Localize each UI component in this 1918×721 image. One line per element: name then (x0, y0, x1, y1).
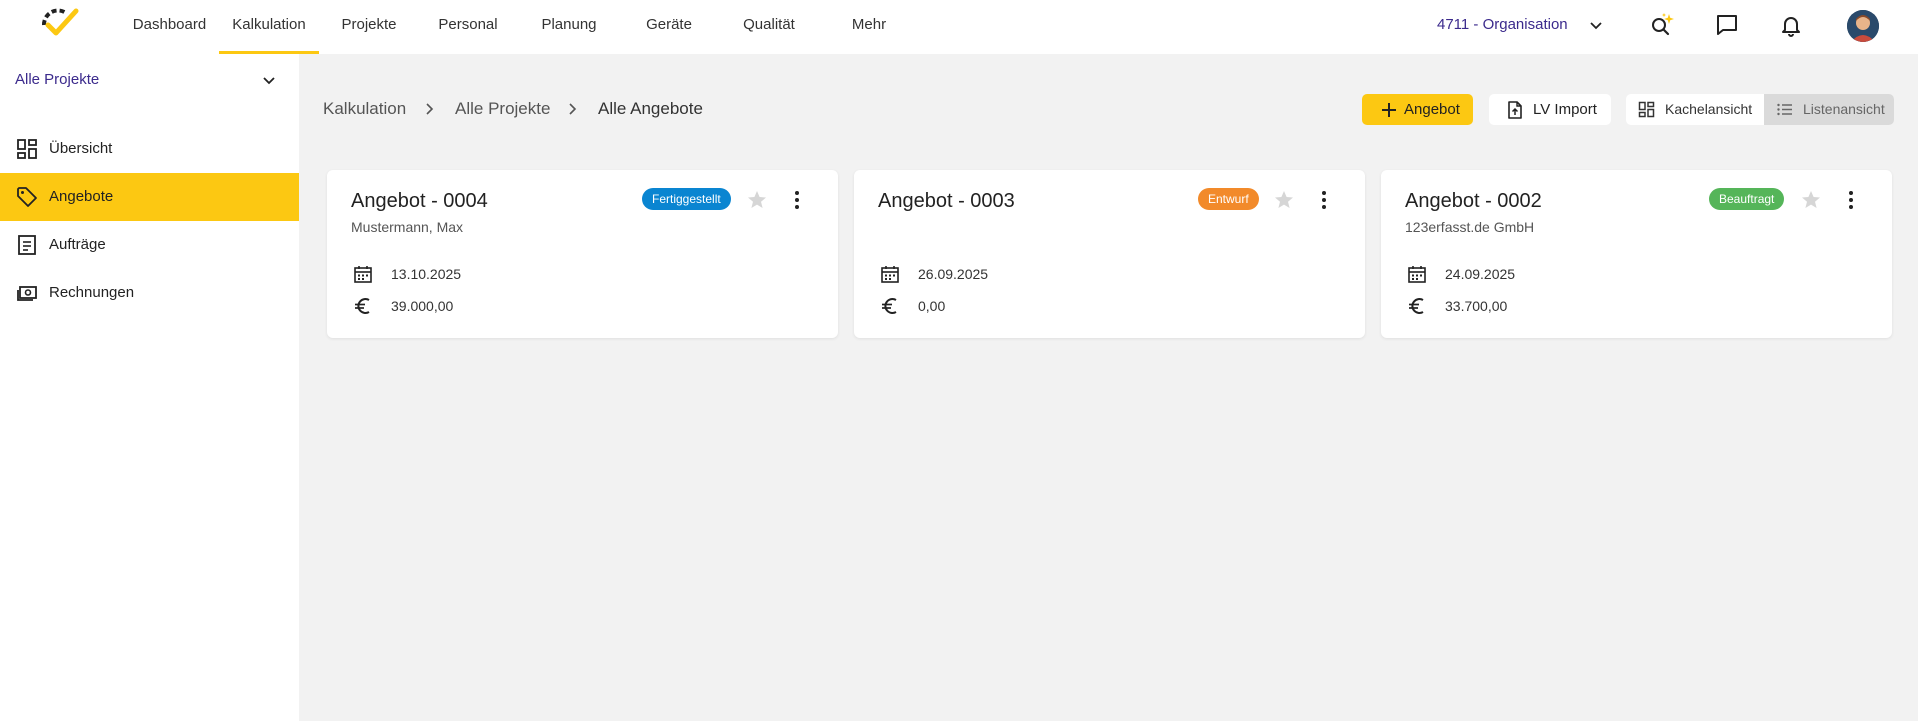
star-icon[interactable] (745, 188, 769, 212)
nav-personal[interactable]: Personal (432, 0, 504, 54)
organisation-select[interactable]: 4711 - Organisation (1437, 0, 1568, 50)
tile-view-option[interactable]: Kachelansicht (1626, 94, 1764, 125)
more-vert-icon[interactable] (1839, 188, 1863, 212)
offer-title[interactable]: Angebot - 0002 (1405, 190, 1542, 213)
user-avatar-icon (1847, 10, 1879, 42)
status-badge: Entwurf (1198, 188, 1259, 210)
nav-geraete[interactable]: Geräte (634, 0, 704, 54)
bell-icon[interactable] (1778, 12, 1804, 38)
sidebar-item-label: Rechnungen (49, 284, 135, 301)
add-offer-label: Angebot (1404, 101, 1460, 118)
status-badge: Fertiggestellt (642, 188, 731, 210)
breadcrumb-alle-projekte[interactable]: Alle Projekte (455, 96, 550, 122)
list-view-option[interactable]: Listenansicht (1764, 94, 1894, 125)
sidebar-item-uebersicht[interactable]: Übersicht (0, 125, 299, 173)
offer-title[interactable]: Angebot - 0003 (878, 190, 1015, 213)
sidebar-item-label: Angebote (49, 188, 114, 205)
more-vert-icon[interactable] (1312, 188, 1336, 212)
chevron-down-icon[interactable] (1588, 17, 1604, 33)
tag-icon (17, 187, 37, 207)
nav-mehr[interactable]: Mehr (835, 0, 903, 54)
nav-planung[interactable]: Planung (533, 0, 605, 54)
more-vert-icon[interactable] (785, 188, 809, 212)
offer-amount: 39.000,00 (391, 298, 454, 314)
offer-amount: 33.700,00 (1445, 298, 1508, 314)
sidebar-item-angebote[interactable]: Angebote (0, 173, 299, 221)
nav-qualitaet[interactable]: Qualität (733, 0, 805, 54)
money-icon (17, 286, 37, 301)
chat-icon[interactable] (1714, 12, 1740, 38)
sidebar-item-label: Übersicht (49, 140, 113, 157)
search-sparkle-icon[interactable] (1649, 12, 1675, 38)
offer-customer: Mustermann, Max (351, 219, 464, 235)
star-icon[interactable] (1272, 188, 1296, 212)
sidebar-item-auftraege[interactable]: Aufträge (0, 221, 299, 269)
project-select-label: Alle Projekte (15, 71, 100, 88)
sidebar-item-rechnungen[interactable]: Rechnungen (0, 269, 299, 317)
lv-import-label: LV Import (1533, 101, 1597, 118)
offer-date: 24.09.2025 (1445, 266, 1516, 282)
document-icon (18, 235, 36, 255)
star-icon[interactable] (1799, 188, 1823, 212)
chevron-right-icon (426, 103, 434, 115)
grid-view-icon (1638, 101, 1655, 118)
top-bar: Dashboard Kalkulation Projekte Personal … (0, 0, 1918, 54)
list-view-label: Listenansicht (1803, 101, 1885, 117)
offer-card[interactable]: Angebot - 0002 123erfasst.de GmbH Beauft… (1381, 170, 1892, 338)
app-logo[interactable] (36, 5, 80, 43)
lv-import-button[interactable]: LV Import (1489, 94, 1611, 125)
calendar-icon (354, 266, 372, 283)
breadcrumb-kalkulation[interactable]: Kalkulation (323, 96, 406, 122)
offer-card[interactable]: Angebot - 0004 Mustermann, Max Fertigges… (327, 170, 838, 338)
euro-icon (1409, 298, 1424, 314)
list-view-icon (1777, 103, 1792, 116)
euro-icon (355, 298, 370, 314)
project-select[interactable]: Alle Projekte (15, 66, 285, 94)
nav-kalkulation[interactable]: Kalkulation (219, 0, 319, 54)
add-offer-button[interactable]: Angebot (1362, 94, 1473, 125)
breadcrumb-current: Alle Angebote (598, 99, 703, 118)
user-avatar[interactable] (1847, 10, 1879, 42)
file-import-icon (1508, 101, 1522, 119)
offer-customer: 123erfasst.de GmbH (1405, 219, 1535, 235)
offer-card[interactable]: Angebot - 0003 Entwurf 26.09.2025 0,00 (854, 170, 1365, 338)
euro-icon (882, 298, 897, 314)
status-badge: Beauftragt (1709, 188, 1785, 210)
tile-view-label: Kachelansicht (1665, 101, 1753, 117)
sidebar-item-label: Aufträge (49, 236, 106, 253)
offer-amount: 0,00 (918, 298, 946, 314)
sidebar: Alle Projekte Übersicht Angebote Aufträg… (0, 54, 299, 721)
plus-icon (1382, 103, 1396, 117)
calendar-icon (881, 266, 899, 283)
chevron-right-icon (569, 103, 577, 115)
nav-projekte[interactable]: Projekte (334, 0, 404, 54)
nav-dashboard[interactable]: Dashboard (127, 0, 212, 54)
calendar-icon (1408, 266, 1426, 283)
offer-date: 26.09.2025 (918, 266, 989, 282)
dashboard-icon (17, 139, 37, 159)
chevron-down-icon (263, 77, 275, 85)
offer-title[interactable]: Angebot - 0004 (351, 190, 488, 213)
view-toggle: Kachelansicht Listenansicht (1626, 94, 1894, 125)
offer-date: 13.10.2025 (391, 266, 462, 282)
